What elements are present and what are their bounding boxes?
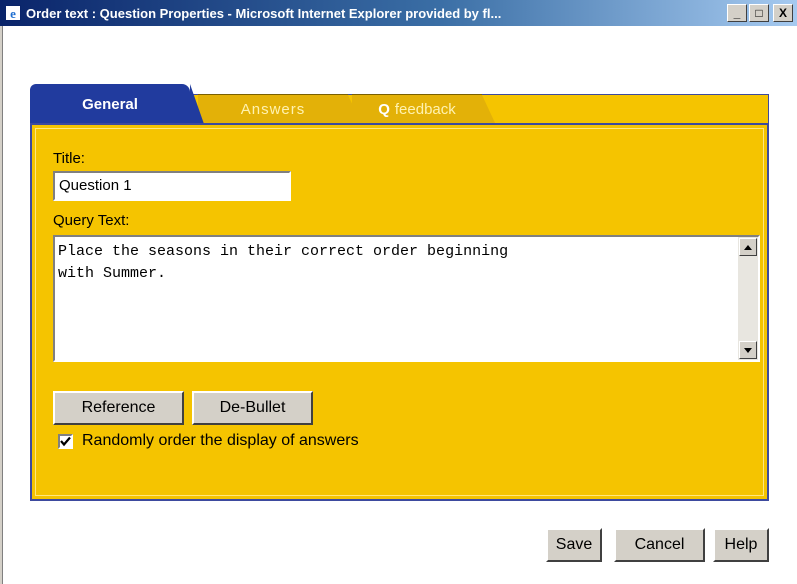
query-scrollbar[interactable] — [738, 237, 758, 360]
de-bullet-button[interactable]: De-Bullet — [192, 391, 313, 425]
query-text-value: Place the seasons in their correct order… — [58, 243, 509, 282]
internet-explorer-icon: e — [4, 4, 22, 22]
query-text-label: Query Text: — [53, 212, 130, 229]
random-order-row: Randomly order the display of answers — [58, 432, 359, 450]
random-order-checkbox[interactable] — [58, 433, 73, 449]
tab-feedback-q: Q — [378, 101, 390, 118]
window-title: Order text : Question Properties - Micro… — [26, 5, 502, 21]
scroll-up-button[interactable] — [739, 238, 757, 256]
checkmark-icon — [60, 436, 71, 446]
tab-general-label: General — [82, 95, 138, 113]
window-frame — [0, 26, 3, 584]
tab-feedback-label: feedback — [394, 101, 456, 118]
tab-answers[interactable]: Answers — [198, 94, 362, 125]
random-order-label[interactable]: Randomly order the display of answers — [82, 432, 359, 450]
arrow-up-icon — [744, 244, 752, 250]
general-panel: Title: Question 1 Query Text: Place the … — [30, 123, 769, 501]
close-button[interactable]: X — [773, 4, 793, 22]
window-titlebar[interactable]: e Order text : Question Properties - Mic… — [0, 0, 797, 26]
scroll-down-button[interactable] — [739, 341, 757, 359]
title-input[interactable]: Question 1 — [53, 171, 291, 201]
maximize-button[interactable]: □ — [749, 4, 769, 22]
tab-answers-label: Answers — [240, 101, 306, 118]
arrow-down-icon — [744, 347, 752, 353]
reference-button[interactable]: Reference — [53, 391, 184, 425]
cancel-button[interactable]: Cancel — [614, 528, 705, 562]
tab-q-feedback[interactable]: Q feedback — [352, 94, 496, 125]
tab-general[interactable]: General — [30, 84, 204, 124]
minimize-button[interactable]: _ — [727, 4, 747, 22]
title-label: Title: — [53, 150, 85, 167]
save-button[interactable]: Save — [546, 528, 602, 562]
query-text-area[interactable]: Place the seasons in their correct order… — [53, 235, 760, 362]
help-button[interactable]: Help — [713, 528, 769, 562]
tab-strip: Answers Q feedback General — [30, 84, 769, 125]
svg-text:e: e — [10, 6, 16, 21]
